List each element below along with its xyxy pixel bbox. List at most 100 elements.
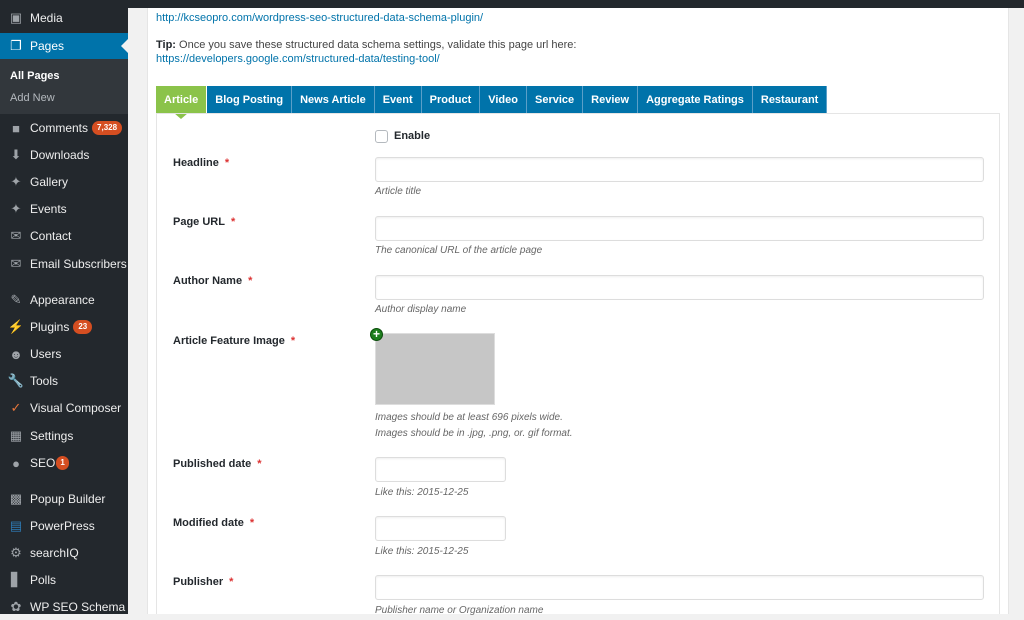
- comments-icon: ■: [12, 120, 20, 136]
- tab-news-article[interactable]: News Article: [292, 86, 375, 113]
- sidebar-item-users[interactable]: ☻ Users: [0, 341, 128, 367]
- author-name-label: Author Name *: [173, 275, 252, 287]
- schema-icon: ✿: [10, 599, 22, 614]
- admin-bar: [0, 0, 1024, 8]
- required-mark: *: [249, 517, 255, 529]
- sidebar-item-label: Visual Composer: [30, 401, 122, 415]
- page-url-input[interactable]: [375, 216, 984, 241]
- required-mark: *: [257, 458, 262, 470]
- tab-article[interactable]: Article: [156, 86, 208, 119]
- sidebar-item-contact[interactable]: ✉ Contact: [0, 223, 128, 249]
- sidebar-item-searchiq[interactable]: ⚙ searchIQ: [0, 540, 128, 566]
- sidebar-item-label: PowerPress: [30, 519, 95, 533]
- tab-aggregate-ratings[interactable]: Aggregate Ratings: [638, 86, 753, 113]
- tab-restaurant[interactable]: Restaurant: [752, 86, 828, 113]
- sidebar-item-label: Gallery: [30, 175, 69, 189]
- author-name-description: Author display name: [375, 304, 467, 315]
- page-url-label: Page URL *: [173, 216, 235, 228]
- sidebar-item-label: Appearance: [30, 293, 95, 307]
- modified-date-input[interactable]: [375, 516, 506, 541]
- sidebar-item-downloads[interactable]: ⬇ Downloads: [0, 142, 128, 168]
- sidebar-item-plugins[interactable]: ⚡ Plugins 23: [0, 314, 128, 340]
- media-icon: ▣: [9, 10, 23, 25]
- required-mark: *: [224, 157, 230, 169]
- tab-service[interactable]: Service: [527, 86, 584, 113]
- sidebar-item-label: Comments: [30, 121, 89, 135]
- sidebar-item-label: Settings: [30, 429, 74, 443]
- sidebar-item-seo[interactable]: ● SEO 1: [0, 450, 128, 476]
- sidebar-item-media[interactable]: ▣ Media: [0, 5, 128, 31]
- submenu-all-pages[interactable]: All Pages: [10, 70, 60, 82]
- headline-label: Headline *: [173, 157, 229, 169]
- feature-image-placeholder[interactable]: [375, 333, 495, 405]
- settings-icon: ▦: [9, 428, 23, 443]
- sidebar-item-label: Popup Builder: [30, 492, 106, 506]
- sidebar-item-label: Downloads: [30, 148, 90, 162]
- add-image-icon[interactable]: +: [370, 328, 383, 341]
- sidebar-item-pages[interactable]: ❐ Pages: [0, 33, 128, 59]
- enable-label: Enable: [394, 130, 431, 142]
- page-scrollbar[interactable]: [1009, 8, 1024, 614]
- gear-icon: ⚙: [10, 545, 22, 560]
- popup-icon: ▩: [9, 491, 23, 506]
- sidebar-item-appearance[interactable]: ✎ Appearance: [0, 287, 128, 313]
- sidebar-item-label: Contact: [30, 229, 72, 243]
- sidebar-item-events[interactable]: ✦ Events: [0, 196, 128, 222]
- tab-video[interactable]: Video: [480, 86, 527, 113]
- brush-icon: ✎: [10, 292, 22, 307]
- sidebar-item-popup-builder[interactable]: ▩ Popup Builder: [0, 486, 128, 512]
- sidebar-item-tools[interactable]: 🔧 Tools: [0, 368, 128, 394]
- wrench-icon: 🔧: [7, 373, 25, 388]
- field-label-text: Page URL: [173, 216, 225, 228]
- modified-date-label: Modified date *: [173, 517, 254, 529]
- pages-submenu: All Pages Add New: [0, 59, 128, 114]
- required-mark: *: [229, 576, 234, 588]
- tab-event[interactable]: Event: [374, 86, 422, 113]
- field-label-text: Article Feature Image: [173, 335, 285, 347]
- sidebar-item-label: Tools: [30, 374, 59, 388]
- bar-chart-icon: ▋: [11, 572, 21, 587]
- sidebar-item-label: Events: [30, 202, 67, 216]
- plugin-link[interactable]: http://kcseopro.com/wordpress-seo-struct…: [156, 12, 483, 24]
- headline-description: Article title: [375, 186, 422, 197]
- user-icon: ☻: [9, 346, 23, 362]
- sidebar-item-comments[interactable]: ■ Comments 7,328: [0, 115, 128, 141]
- enable-checkbox[interactable]: [375, 130, 388, 143]
- sidebar-item-wp-seo-schema[interactable]: ✿ WP SEO Schema: [0, 594, 128, 620]
- publisher-label: Publisher *: [173, 576, 233, 588]
- field-label-text: Author Name: [173, 275, 243, 287]
- sidebar-item-label: searchIQ: [30, 546, 79, 560]
- testing-tool-link[interactable]: https://developers.google.com/structured…: [156, 53, 440, 65]
- sidebar-item-settings[interactable]: ▦ Settings: [0, 423, 128, 449]
- sidebar-item-gallery[interactable]: ✦ Gallery: [0, 169, 128, 195]
- page-url-description: The canonical URL of the article page: [375, 245, 543, 256]
- sidebar-item-label: WP SEO Schema: [30, 600, 126, 614]
- tip-message: Once you save these structured data sche…: [175, 39, 577, 51]
- tab-review[interactable]: Review: [583, 86, 639, 113]
- author-name-input[interactable]: [375, 275, 984, 300]
- sidebar-item-label: Email Subscribers: [30, 257, 127, 271]
- field-label-text: Publisher: [173, 576, 224, 588]
- sidebar-item-polls[interactable]: ▋ Polls: [0, 567, 128, 593]
- mail-icon: ✉: [10, 228, 22, 243]
- tab-product[interactable]: Product: [421, 86, 481, 113]
- seo-icon: ●: [12, 455, 20, 471]
- admin-sidebar: ▣ Media ❐ Pages All Pages Add New ■ Comm…: [0, 0, 128, 614]
- tip-label: Tip:: [156, 39, 176, 51]
- sidebar-item-email-subscribers[interactable]: ✉ Email Subscribers: [0, 251, 128, 277]
- downloads-icon: ⬇: [10, 147, 22, 162]
- required-mark: *: [230, 216, 236, 228]
- sidebar-item-visual-composer[interactable]: ✓ Visual Composer: [0, 395, 128, 421]
- submenu-add-new[interactable]: Add New: [10, 92, 55, 104]
- published-date-input[interactable]: [375, 457, 506, 482]
- pin-icon: ✦: [10, 201, 22, 216]
- article-form: [156, 113, 1000, 614]
- sidebar-item-label: Polls: [30, 573, 57, 587]
- modified-date-description: Like this: 2015-12-25: [375, 546, 469, 557]
- tab-blog-posting[interactable]: Blog Posting: [207, 86, 293, 113]
- sidebar-item-powerpress[interactable]: ▤ PowerPress: [0, 513, 128, 539]
- required-mark: *: [290, 335, 296, 347]
- headline-input[interactable]: [375, 157, 984, 182]
- publisher-input[interactable]: [375, 575, 984, 600]
- field-label-text: Modified date: [173, 517, 244, 529]
